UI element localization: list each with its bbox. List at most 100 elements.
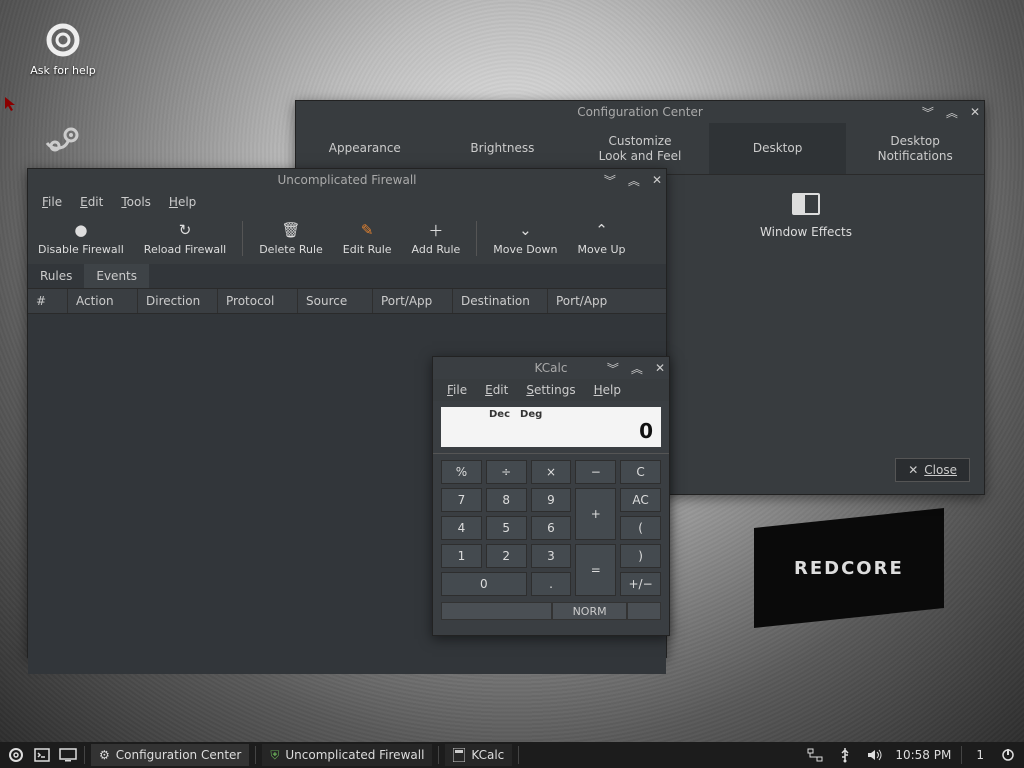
key-minus[interactable]: − xyxy=(575,460,616,484)
menu-help[interactable]: Help xyxy=(163,193,202,211)
close-button[interactable]: ✕ Close xyxy=(895,458,970,482)
usb-icon[interactable] xyxy=(835,745,855,765)
firewall-titlebar[interactable]: Uncomplicated Firewall ︾ ︽ ✕ xyxy=(28,169,666,191)
system-tray: 10:58 PM 1 xyxy=(805,745,1018,765)
clock[interactable]: 10:58 PM xyxy=(895,748,951,762)
key-7[interactable]: 7 xyxy=(441,488,482,512)
network-icon[interactable] xyxy=(805,745,825,765)
col-source[interactable]: Source xyxy=(298,289,373,313)
col-portapp1[interactable]: Port/App xyxy=(373,289,453,313)
key-0[interactable]: 0 xyxy=(441,572,527,596)
chevron-down-icon: ⌄ xyxy=(516,221,534,239)
cc-item-window-effects[interactable]: Window Effects xyxy=(746,193,866,239)
subtab-events[interactable]: Events xyxy=(84,264,149,288)
key-equals[interactable]: = xyxy=(575,544,616,596)
col-protocol[interactable]: Protocol xyxy=(218,289,298,313)
key-9[interactable]: 9 xyxy=(531,488,572,512)
plus-icon: ＋ xyxy=(427,221,445,239)
status-mode: NORM xyxy=(552,602,627,620)
tab-brightness[interactable]: Brightness xyxy=(434,123,572,174)
task-firewall[interactable]: ⛨ Uncomplicated Firewall xyxy=(262,744,432,766)
steam-icon xyxy=(43,118,83,158)
menu-edit[interactable]: Edit xyxy=(74,193,109,211)
disable-firewall-button[interactable]: ●Disable Firewall xyxy=(28,217,134,260)
menu-tools[interactable]: Tools xyxy=(115,193,157,211)
key-divide[interactable]: ÷ xyxy=(486,460,527,484)
cursor-icon xyxy=(4,96,20,112)
col-num[interactable]: # xyxy=(28,289,68,313)
volume-icon[interactable] xyxy=(865,745,885,765)
tab-customize[interactable]: Customize Look and Feel xyxy=(571,123,709,174)
reload-firewall-button[interactable]: ↻Reload Firewall xyxy=(134,217,236,260)
task-kcalc[interactable]: KCalc xyxy=(445,744,512,766)
key-ac[interactable]: AC xyxy=(620,488,661,512)
key-plus[interactable]: + xyxy=(575,488,616,540)
desktop-icon-steam[interactable] xyxy=(28,118,98,162)
edit-rule-button[interactable]: ✎Edit Rule xyxy=(333,217,402,260)
desktop-icon-help[interactable]: Ask for help xyxy=(28,20,98,77)
close-x-icon: ✕ xyxy=(908,463,918,477)
key-6[interactable]: 6 xyxy=(531,516,572,540)
kcalc-display: Dec Deg 0 xyxy=(441,407,661,447)
kcalc-titlebar[interactable]: KCalc ︾ ︽ ✕ xyxy=(433,357,669,379)
trash-icon: 🗑 xyxy=(282,221,300,239)
menu-file[interactable]: File xyxy=(441,381,473,399)
minimize-icon[interactable]: ︾ xyxy=(604,172,616,189)
maximize-icon[interactable]: ︽ xyxy=(628,172,640,189)
close-icon[interactable]: ✕ xyxy=(655,361,665,375)
status-left xyxy=(441,602,552,620)
maximize-icon[interactable]: ︽ xyxy=(946,104,958,121)
terminal-icon[interactable] xyxy=(32,745,52,765)
app-menu-icon[interactable] xyxy=(6,745,26,765)
move-up-button[interactable]: ⌃Move Up xyxy=(567,217,635,260)
menu-settings[interactable]: Settings xyxy=(520,381,581,399)
key-plusminus[interactable]: +/− xyxy=(620,572,661,596)
key-rparen[interactable]: ) xyxy=(620,544,661,568)
circle-icon: ● xyxy=(72,221,90,239)
mode-dec: Dec xyxy=(489,409,510,420)
key-dot[interactable]: . xyxy=(531,572,572,596)
col-action[interactable]: Action xyxy=(68,289,138,313)
show-desktop-icon[interactable] xyxy=(58,745,78,765)
key-4[interactable]: 4 xyxy=(441,516,482,540)
shield-icon: ⛨ xyxy=(270,748,279,763)
taskbar: ⚙ Configuration Center ⛨ Uncomplicated F… xyxy=(0,742,1024,768)
key-percent[interactable]: % xyxy=(441,460,482,484)
menu-edit[interactable]: Edit xyxy=(479,381,514,399)
close-icon[interactable]: ✕ xyxy=(970,105,980,119)
key-clear[interactable]: C xyxy=(620,460,661,484)
tab-appearance[interactable]: Appearance xyxy=(296,123,434,174)
lifebuoy-icon xyxy=(43,20,83,60)
add-rule-button[interactable]: ＋Add Rule xyxy=(402,217,471,260)
key-5[interactable]: 5 xyxy=(486,516,527,540)
config-center-titlebar[interactable]: Configuration Center ︾ ︽ ✕ xyxy=(296,101,984,123)
subtab-rules[interactable]: Rules xyxy=(28,264,84,288)
kcalc-statusbar: NORM xyxy=(441,602,661,620)
tab-desktop[interactable]: Desktop xyxy=(709,123,847,174)
key-1[interactable]: 1 xyxy=(441,544,482,568)
key-2[interactable]: 2 xyxy=(486,544,527,568)
firewall-toolbar: ●Disable Firewall ↻Reload Firewall 🗑Dele… xyxy=(28,213,666,264)
redcore-prop: REDCORE xyxy=(754,488,974,628)
menu-help[interactable]: Help xyxy=(588,381,627,399)
maximize-icon[interactable]: ︽ xyxy=(631,360,643,377)
task-config-center[interactable]: ⚙ Configuration Center xyxy=(91,744,249,766)
delete-rule-button[interactable]: 🗑Delete Rule xyxy=(249,217,333,260)
menu-file[interactable]: File xyxy=(36,193,68,211)
key-multiply[interactable]: × xyxy=(531,460,572,484)
kcalc-window: KCalc ︾ ︽ ✕ File Edit Settings Help Dec … xyxy=(432,356,670,636)
minimize-icon[interactable]: ︾ xyxy=(607,360,619,377)
col-destination[interactable]: Destination xyxy=(453,289,548,313)
key-3[interactable]: 3 xyxy=(531,544,572,568)
kcalc-keypad: % ÷ × − C 7 8 9 + AC 4 5 6 ( 1 2 3 = ) 0… xyxy=(433,460,669,596)
minimize-icon[interactable]: ︾ xyxy=(922,104,934,121)
workspace-indicator[interactable]: 1 xyxy=(972,748,988,762)
tab-notifications[interactable]: Desktop Notifications xyxy=(846,123,984,174)
close-icon[interactable]: ✕ xyxy=(652,173,662,187)
col-direction[interactable]: Direction xyxy=(138,289,218,313)
key-8[interactable]: 8 xyxy=(486,488,527,512)
col-portapp2[interactable]: Port/App xyxy=(548,289,666,313)
logout-icon[interactable] xyxy=(998,745,1018,765)
move-down-button[interactable]: ⌄Move Down xyxy=(483,217,567,260)
key-lparen[interactable]: ( xyxy=(620,516,661,540)
